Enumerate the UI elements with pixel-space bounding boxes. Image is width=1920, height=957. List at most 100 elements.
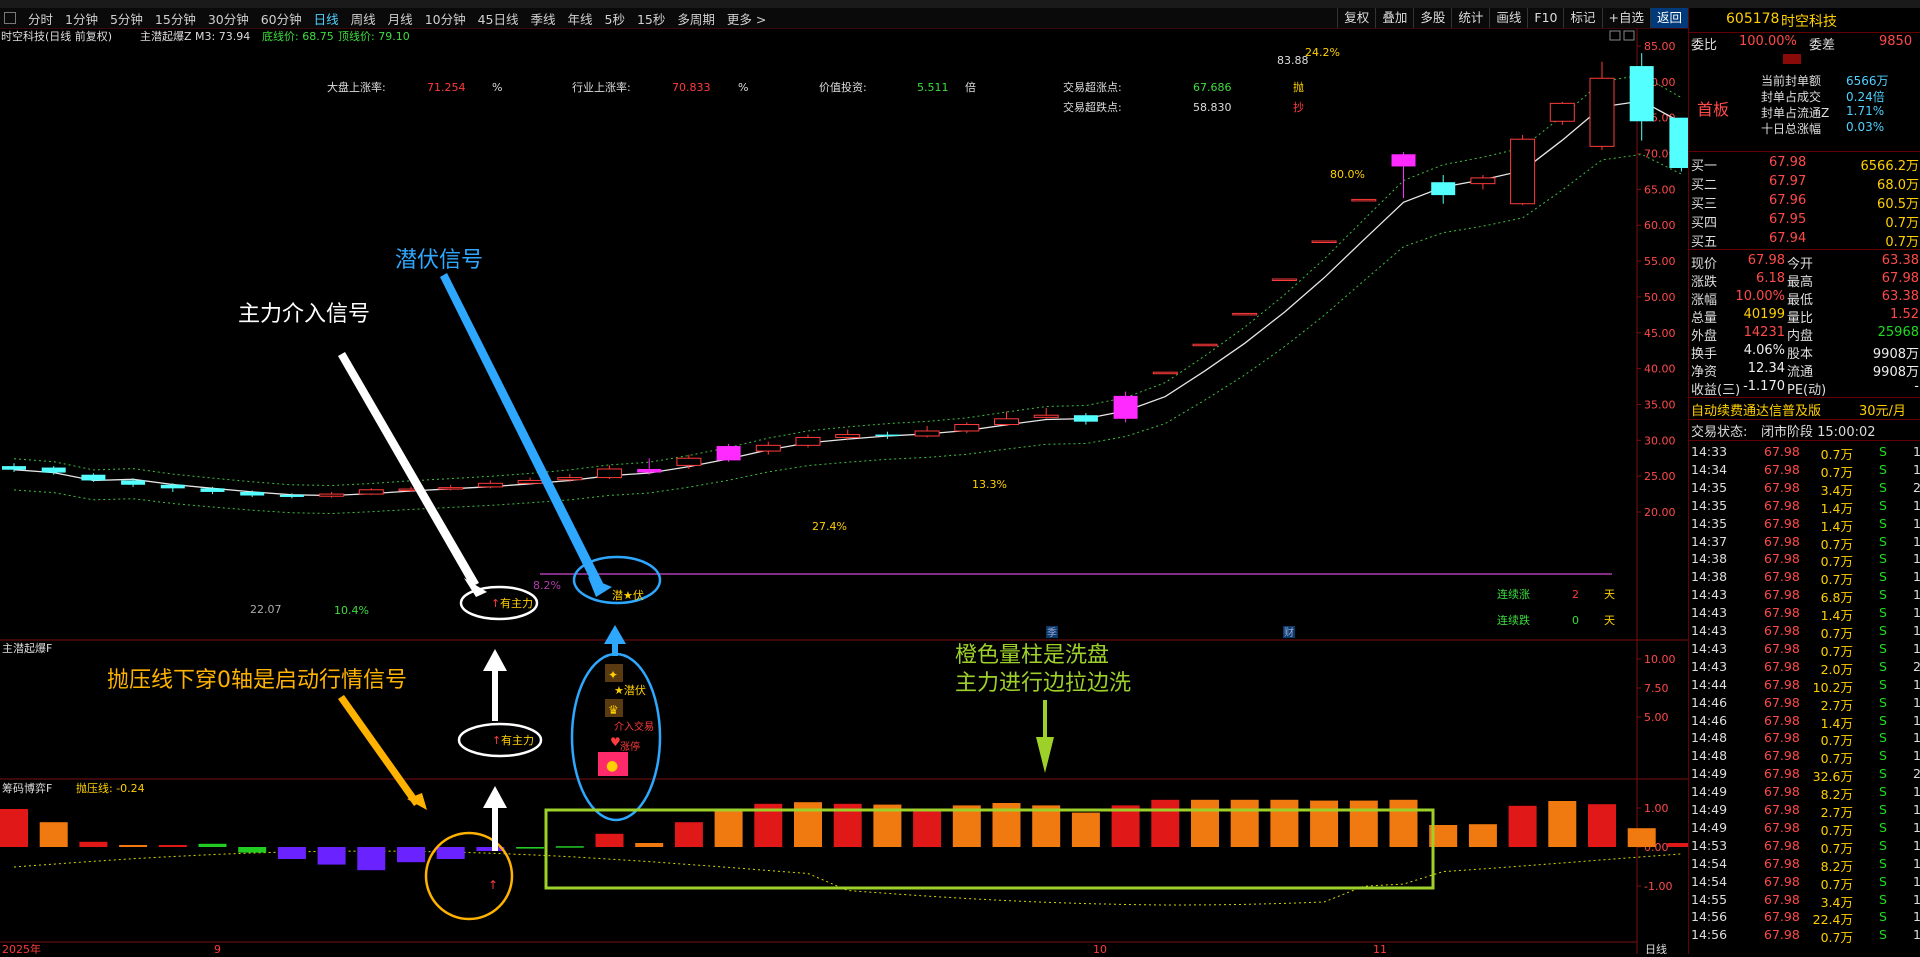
vertical-arrow-upper-head <box>483 649 507 671</box>
period-tab-0[interactable]: 分时 <box>22 9 59 28</box>
up-arrow-icon: ↑ <box>491 597 500 610</box>
trade-count: 1 <box>1913 497 1920 513</box>
toolbar-button-4[interactable]: 画线 <box>1489 8 1527 28</box>
quote-row: 总量 40199 量比 1.52 <box>1689 307 1920 326</box>
period-tab-5[interactable]: 60分钟 <box>255 9 308 28</box>
trade-price: 67.98 <box>1764 658 1800 674</box>
toolbar-button-0[interactable]: 复权 <box>1337 8 1375 28</box>
toolbar-button-7[interactable]: +自选 <box>1601 8 1650 28</box>
chip-bar <box>1230 799 1259 847</box>
vertical-arrow-lower <box>492 805 498 851</box>
quote-value: 63.38 <box>1881 289 1919 304</box>
period-tab-15[interactable]: 多周期 <box>671 9 721 28</box>
chart-minimize-icon[interactable] <box>1609 30 1621 41</box>
trade-row: 14:38 67.98 0.7万 S 1 <box>1689 569 1920 587</box>
period-tab-8[interactable]: 月线 <box>382 9 419 28</box>
y-axis-label: 25.00 <box>1644 470 1676 483</box>
panel2-title: 主潜起爆F <box>2 641 52 655</box>
toolbar-button-8[interactable]: 返回 <box>1649 8 1688 28</box>
period-tab-6[interactable]: 日线 <box>308 9 345 28</box>
candle-body <box>1589 77 1615 147</box>
period-tab-12[interactable]: 年线 <box>562 9 599 28</box>
trade-time: 14:33 <box>1691 444 1728 459</box>
bid-price: 67.96 <box>1769 193 1807 208</box>
toolbar-button-2[interactable]: 多股 <box>1413 8 1451 28</box>
period-tab-11[interactable]: 季线 <box>525 9 562 28</box>
trade-price: 67.98 <box>1764 587 1800 603</box>
bid-label: 买四 <box>1691 216 1718 231</box>
candle-body <box>1391 154 1416 167</box>
candle-body <box>41 467 66 473</box>
trade-price: 67.98 <box>1764 479 1800 495</box>
period-tab-7[interactable]: 周线 <box>345 9 382 28</box>
trade-row: 14:35 67.98 3.4万 S 2 <box>1689 480 1920 498</box>
trade-time: 14:35 <box>1691 479 1728 495</box>
toolbar-button-6[interactable]: 标记 <box>1563 8 1601 28</box>
period-tab-13[interactable]: 5秒 <box>599 9 631 28</box>
trade-count: 1 <box>1913 712 1920 728</box>
stat-value-oversold: 58.830 <box>1193 101 1232 114</box>
trade-volume: 0.7万 <box>1820 554 1853 570</box>
quote-row: 收益(三) -1.170 PE(动) - <box>1689 379 1920 398</box>
collapse-up-icon[interactable] <box>1783 54 1801 64</box>
quote-value: - <box>1914 379 1919 394</box>
bid-row[interactable]: 买三 67.96 60.5万 <box>1689 193 1920 212</box>
trade-volume: 0.7万 <box>1820 751 1853 767</box>
trade-volume: 0.7万 <box>1820 626 1853 641</box>
quote-label: 流通 <box>1787 365 1814 380</box>
period-tab-1[interactable]: 1分钟 <box>59 9 104 28</box>
chart-area: 时空科技(日线 前复权) 主潜起爆Z M3: 73.94 底线价: 68.75 … <box>0 29 1696 956</box>
period-tab-16[interactable]: 更多 > <box>721 9 772 28</box>
toolbar-button-5[interactable]: F10 <box>1527 8 1563 28</box>
quote-panel: 605178 时空科技 委比 100.00% 委差 9850 首板 当前封单额 6… <box>1688 8 1920 954</box>
chip-bar <box>674 822 703 847</box>
trade-count: 1 <box>1913 533 1920 549</box>
seal-label: 当前封单额 <box>1761 74 1822 88</box>
y-axis-label: 50.00 <box>1644 291 1676 304</box>
period-tab-14[interactable]: 15秒 <box>631 9 671 28</box>
period-list: 分时 1分钟 5分钟 15分钟 30分钟 60分钟 日线 周线 月线 10分钟 45日线 季线 年线 5秒… <box>22 9 772 28</box>
seal-value: 0.03% <box>1846 120 1885 134</box>
callout-main-force-arrow <box>338 352 479 587</box>
toolbar-button-1[interactable]: 叠加 <box>1375 8 1413 28</box>
callout-orange-line1: 橙色量柱是洗盘 <box>955 643 1109 668</box>
trade-price: 67.98 <box>1764 515 1800 531</box>
chart-close-icon[interactable] <box>1623 30 1635 41</box>
y-axis-label: 1.00 <box>1644 802 1669 815</box>
period-tab-3[interactable]: 15分钟 <box>149 9 202 28</box>
seal-row: 封单占流通Z 1.71% <box>1689 104 1920 120</box>
period-tab-4[interactable]: 30分钟 <box>202 9 255 28</box>
promo-row[interactable]: 自动续费通达信普及版 30元/月 <box>1689 400 1920 419</box>
bid-price: 67.98 <box>1769 155 1807 170</box>
candle-body <box>2 466 26 470</box>
quote-label: 现价 <box>1691 257 1718 272</box>
period-tab-10[interactable]: 45日线 <box>472 9 525 28</box>
bid-row[interactable]: 买一 67.98 6566.2万 <box>1689 155 1920 174</box>
stat-unit-industry: % <box>738 81 748 94</box>
panel3-y-axis: 1.000.00-1.00 <box>1637 802 1672 893</box>
period-tab-2[interactable]: 5分钟 <box>104 9 149 28</box>
trade-time: 14:49 <box>1691 784 1728 800</box>
trade-time: 14:43 <box>1691 623 1728 638</box>
trade-side: S <box>1879 444 1887 459</box>
blue-vertical-arrow-head <box>604 625 626 644</box>
toolbar-button-3[interactable]: 统计 <box>1451 8 1489 28</box>
bid-row[interactable]: 买五 67.94 0.7万 <box>1689 231 1920 250</box>
trade-volume: 2.0万 <box>1820 661 1853 677</box>
trade-row: 14:56 67.98 0.7万 S 1 <box>1689 927 1920 945</box>
y-axis-label: 20.00 <box>1644 506 1676 519</box>
trade-row: 14:44 67.98 10.2万 S 1 <box>1689 677 1920 695</box>
trade-volume: 0.7万 <box>1820 464 1853 480</box>
seal-label: 封单占成交 <box>1761 90 1822 104</box>
bid-row[interactable]: 买四 67.95 0.7万 <box>1689 212 1920 231</box>
trade-price: 67.98 <box>1764 712 1800 728</box>
trade-volume: 0.7万 <box>1820 447 1853 462</box>
quote-value: 25968 <box>1877 325 1919 340</box>
bid-row[interactable]: 买二 67.97 68.0万 <box>1689 174 1920 193</box>
trade-price: 67.98 <box>1764 819 1800 835</box>
trade-price: 67.98 <box>1764 533 1800 549</box>
period-tab-9[interactable]: 10分钟 <box>419 9 472 28</box>
trade-count: 1 <box>1913 784 1920 800</box>
panel-toggle-icon[interactable] <box>4 12 16 24</box>
top-line-price: 顶线价: 79.10 <box>338 29 410 43</box>
